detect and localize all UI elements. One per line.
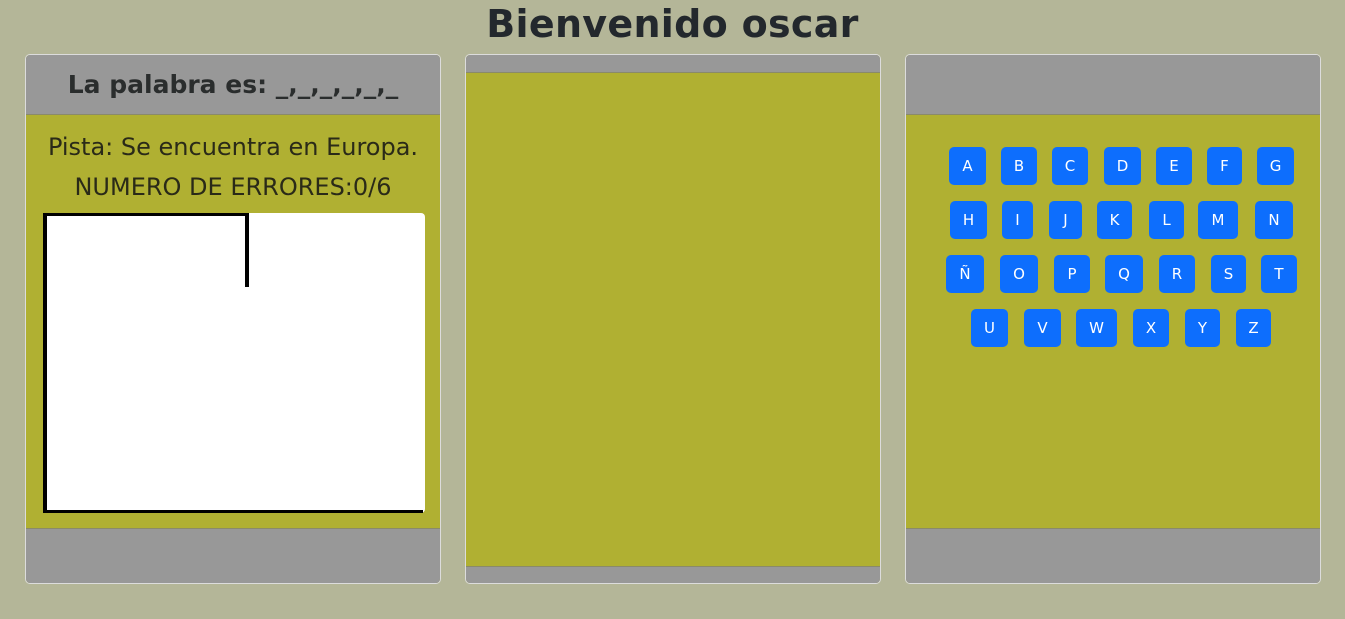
letter-button[interactable]: P — [1054, 255, 1090, 293]
errors-count: 0/6 — [352, 173, 392, 201]
hint-text: Pista: Se encuentra en Europa. — [47, 133, 419, 161]
letter-button[interactable]: W — [1076, 309, 1117, 347]
middle-card-header — [466, 55, 880, 73]
gallows-rope — [245, 213, 249, 287]
letter-button[interactable]: Z — [1236, 309, 1271, 347]
letter-button[interactable]: O — [1000, 255, 1038, 293]
keyboard-card-footer — [906, 528, 1320, 583]
word-card-footer — [26, 528, 440, 583]
middle-card — [465, 54, 881, 584]
gallows-base — [43, 510, 423, 513]
letter-button[interactable]: N — [1255, 201, 1293, 239]
letter-button[interactable]: B — [1001, 147, 1037, 185]
gallows-beam — [43, 213, 248, 216]
letter-button[interactable]: D — [1104, 147, 1141, 185]
letter-button[interactable]: F — [1207, 147, 1242, 185]
letter-button[interactable]: L — [1149, 201, 1184, 239]
keyboard-card: ABCDEFG HIJKLMN ÑOPQRST UVWXYZ — [905, 54, 1321, 584]
letter-button[interactable]: K — [1097, 201, 1132, 239]
letter-button[interactable]: A — [949, 147, 986, 185]
letter-button[interactable]: X — [1133, 309, 1169, 347]
letter-button[interactable]: Ñ — [946, 255, 984, 293]
word-card: La palabra es: _,_,_,_,_,_ Pista: Se enc… — [25, 54, 441, 584]
word-card-header: La palabra es: _,_,_,_,_,_ — [26, 55, 440, 115]
letter-button[interactable]: R — [1159, 255, 1195, 293]
page-title: Bienvenido oscar — [486, 2, 859, 46]
letter-button[interactable]: V — [1024, 309, 1061, 347]
letter-button[interactable]: J — [1049, 201, 1082, 239]
word-label: La palabra es: _,_,_,_,_,_ — [67, 70, 399, 99]
letter-button[interactable]: S — [1211, 255, 1246, 293]
letter-button[interactable]: Q — [1105, 255, 1143, 293]
errors-label: NUMERO DE ERRORES: — [74, 173, 353, 201]
gallows-pole — [43, 213, 47, 511]
letter-button[interactable]: I — [1002, 201, 1033, 239]
letter-button[interactable]: H — [950, 201, 987, 239]
errors-counter: NUMERO DE ERRORES:0/6 — [26, 173, 440, 201]
letter-button[interactable]: U — [971, 309, 1008, 347]
hangman-canvas — [43, 213, 425, 513]
letter-button[interactable]: E — [1156, 147, 1192, 185]
letter-button[interactable]: T — [1261, 255, 1297, 293]
middle-card-footer — [466, 566, 880, 583]
letter-button[interactable]: M — [1198, 201, 1238, 239]
letter-button[interactable]: Y — [1185, 309, 1220, 347]
letter-button[interactable]: G — [1257, 147, 1294, 185]
keyboard-card-header — [906, 55, 1320, 115]
letter-button[interactable]: C — [1052, 147, 1088, 185]
